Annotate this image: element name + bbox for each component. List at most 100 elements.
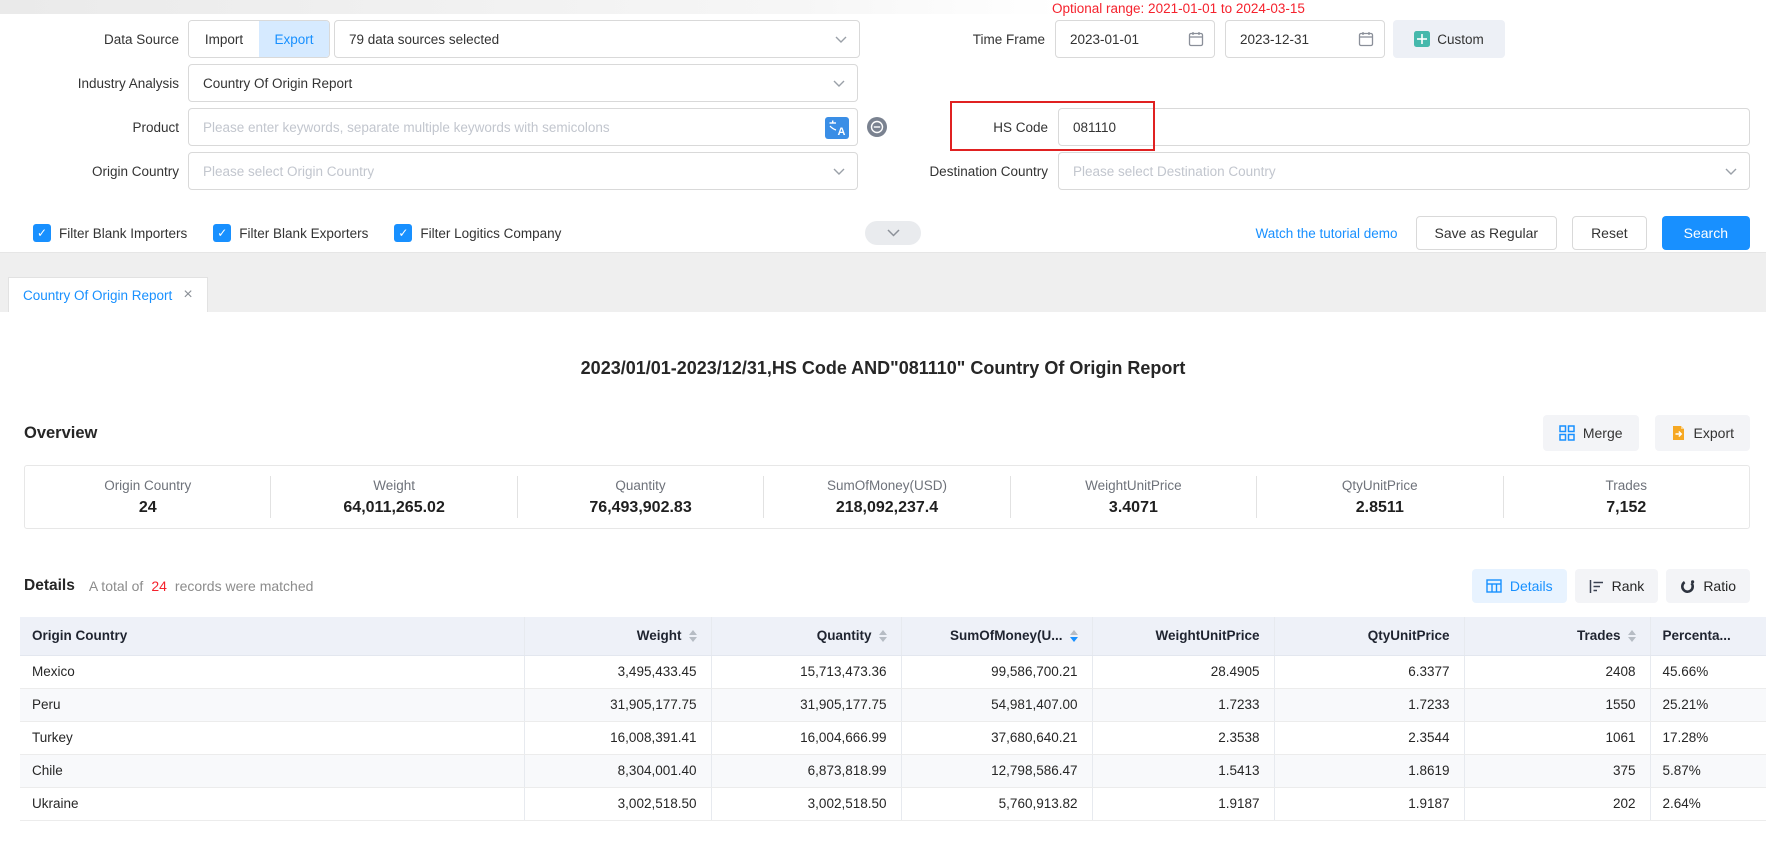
export-toggle[interactable]: Export	[259, 21, 329, 57]
cell: 1.5413	[1092, 754, 1274, 787]
cell: 6.3377	[1274, 655, 1464, 688]
custom-range-button[interactable]: Custom	[1393, 20, 1505, 58]
cell: 1.9187	[1092, 787, 1274, 820]
product-lookup-icon[interactable]	[866, 116, 888, 138]
export-button[interactable]: Export	[1655, 415, 1750, 451]
column-header: QtyUnitPrice	[1274, 617, 1464, 655]
tab-title: Country Of Origin Report	[23, 288, 172, 303]
cell: 1550	[1464, 688, 1650, 721]
product-label: Product	[29, 120, 179, 135]
product-input[interactable]	[201, 119, 845, 136]
filter-row-data-source: Data Source Import Export Time Frame 202…	[29, 20, 1750, 58]
table-row[interactable]: Chile8,304,001.406,873,818.9912,798,586.…	[20, 754, 1766, 787]
custom-icon	[1414, 31, 1430, 47]
count-prefix: A total of	[89, 578, 143, 594]
stat-label: QtyUnitPrice	[1342, 478, 1418, 493]
watch-tutorial-link[interactable]: Watch the tutorial demo	[1255, 226, 1397, 241]
column-header: WeightUnitPrice	[1092, 617, 1274, 655]
cell: Peru	[20, 688, 524, 721]
end-date-field[interactable]: 2023-12-31	[1225, 20, 1385, 58]
sort-icon[interactable]	[1070, 630, 1078, 642]
column-label: Weight	[637, 628, 682, 643]
rank-bars-icon	[1589, 579, 1604, 594]
column-label: Percenta...	[1663, 628, 1731, 643]
column-header[interactable]: Weight	[524, 617, 711, 655]
chevron-down-icon	[835, 36, 847, 43]
cell: 2.3538	[1092, 721, 1274, 754]
cell: 15,713,473.36	[711, 655, 901, 688]
table-row[interactable]: Turkey16,008,391.4116,004,666.9937,680,6…	[20, 721, 1766, 754]
hs-code-input-field[interactable]	[1058, 108, 1750, 146]
origin-country-select[interactable]	[188, 152, 858, 190]
details-heading: Details	[24, 577, 75, 595]
time-frame-group: Time Frame 2023-01-01 2023-12-31 Custom	[973, 20, 1505, 58]
industry-analysis-select[interactable]	[188, 64, 858, 102]
destination-country-input[interactable]	[1071, 163, 1717, 180]
cell: 202	[1464, 787, 1650, 820]
close-icon[interactable]: ×	[183, 287, 192, 303]
product-input-field[interactable]: A	[188, 108, 858, 146]
cell: 54,981,407.00	[901, 688, 1092, 721]
calendar-icon	[1358, 31, 1374, 47]
sort-icon[interactable]	[689, 630, 697, 642]
view-rank-button[interactable]: Rank	[1575, 569, 1659, 603]
start-date-field[interactable]: 2023-01-01	[1055, 20, 1215, 58]
hs-code-input[interactable]	[1071, 119, 1737, 136]
search-button[interactable]: Search	[1662, 216, 1750, 250]
origin-country-label: Origin Country	[29, 164, 179, 179]
filter-checkbox[interactable]: ✓Filter Blank Exporters	[213, 224, 368, 242]
view-label: Details	[1510, 578, 1553, 594]
industry-analysis-value	[201, 75, 825, 92]
column-label: SumOfMoney(U...	[950, 628, 1063, 643]
reset-button[interactable]: Reset	[1572, 216, 1647, 250]
table-row[interactable]: Mexico3,495,433.4515,713,473.3699,586,70…	[20, 655, 1766, 688]
data-sources-select[interactable]	[334, 20, 860, 58]
column-label: WeightUnitPrice	[1155, 628, 1259, 643]
filter-row-industry: Industry Analysis	[29, 64, 1750, 102]
collapse-filters-button[interactable]	[865, 221, 921, 245]
report-content: 2023/01/01-2023/12/31,HS Code AND"081110…	[0, 312, 1766, 821]
stat-label: Origin Country	[104, 478, 191, 493]
sort-icon[interactable]	[1628, 630, 1636, 642]
view-ratio-button[interactable]: Ratio	[1666, 569, 1750, 603]
cell: 1.9187	[1274, 787, 1464, 820]
stat-value: 76,493,902.83	[589, 499, 691, 517]
merge-button[interactable]: Merge	[1543, 415, 1639, 451]
cell: 3,002,518.50	[524, 787, 711, 820]
save-as-regular-button[interactable]: Save as Regular	[1416, 216, 1558, 250]
origin-country-input[interactable]	[201, 163, 825, 180]
table-row[interactable]: Ukraine3,002,518.503,002,518.505,760,913…	[20, 787, 1766, 820]
view-details-button[interactable]: Details	[1472, 569, 1567, 603]
tab-country-of-origin-report[interactable]: Country Of Origin Report ×	[8, 277, 208, 312]
filter-checkbox[interactable]: ✓Filter Blank Importers	[33, 224, 187, 242]
svg-text:A: A	[838, 126, 846, 138]
destination-country-select[interactable]	[1058, 152, 1750, 190]
record-count: 24	[151, 578, 167, 594]
stat-card: Trades7,152	[1504, 466, 1749, 528]
checkbox-label: Filter Blank Importers	[59, 226, 187, 241]
merge-icon	[1559, 425, 1575, 441]
import-toggle[interactable]: Import	[189, 21, 259, 57]
view-label: Ratio	[1703, 578, 1736, 594]
table-header-row: Origin Country Weight Quantity SumOfMoney(U…	[20, 617, 1766, 655]
column-header[interactable]: Quantity	[711, 617, 901, 655]
table-grid-icon	[1486, 579, 1502, 593]
cell: 31,905,177.75	[711, 688, 901, 721]
details-header-row: Details A total of 24 records were match…	[24, 569, 1750, 603]
sort-icon[interactable]	[879, 630, 887, 642]
calendar-icon	[1188, 31, 1204, 47]
stat-card: Quantity76,493,902.83	[518, 466, 763, 528]
column-header[interactable]: Trades	[1464, 617, 1650, 655]
table-row[interactable]: Peru31,905,177.7531,905,177.7554,981,407…	[20, 688, 1766, 721]
column-header[interactable]: SumOfMoney(U...	[901, 617, 1092, 655]
cell: 37,680,640.21	[901, 721, 1092, 754]
cell: 31,905,177.75	[524, 688, 711, 721]
filter-checkbox[interactable]: ✓Filter Logitics Company	[394, 224, 561, 242]
export-icon	[1671, 425, 1686, 441]
cell: 2408	[1464, 655, 1650, 688]
table-body: Mexico3,495,433.4515,713,473.3699,586,70…	[20, 655, 1766, 820]
translate-icon[interactable]: A	[825, 117, 849, 139]
column-label: Origin Country	[32, 628, 127, 643]
count-suffix: records were matched	[175, 578, 314, 594]
column-label: Quantity	[817, 628, 872, 643]
